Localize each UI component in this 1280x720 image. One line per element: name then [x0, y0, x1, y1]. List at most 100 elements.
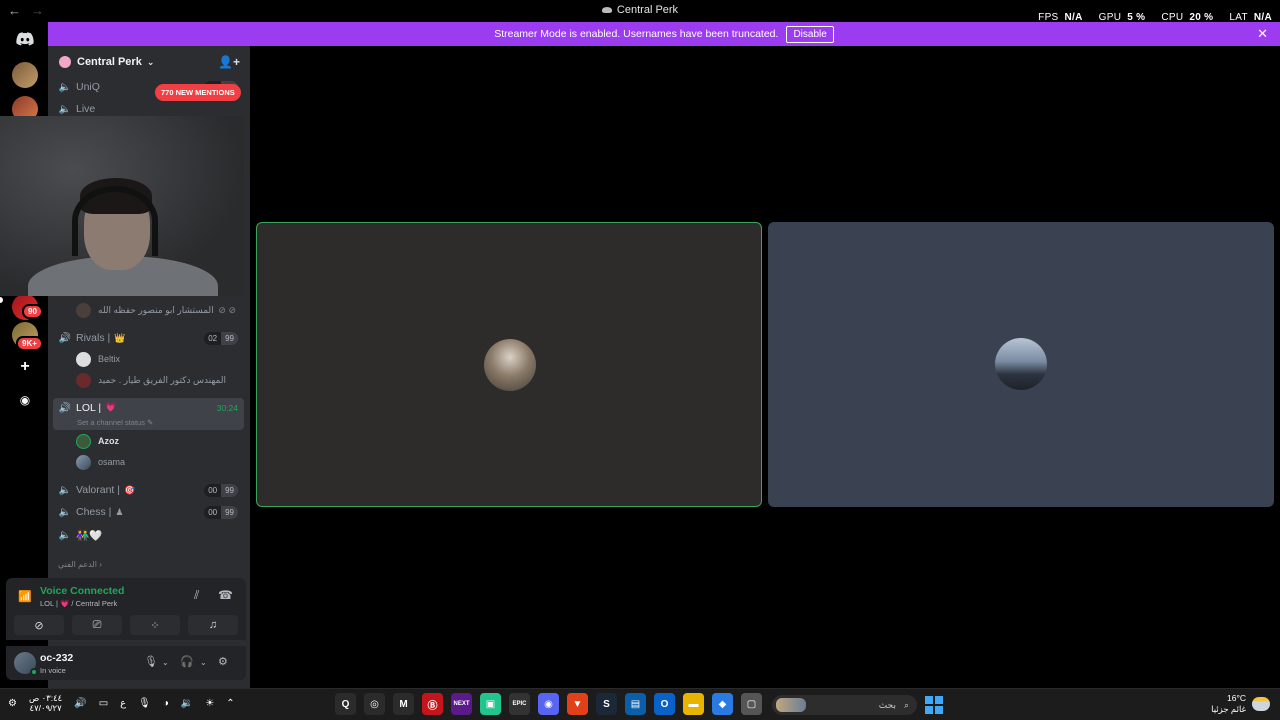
- voice-member[interactable]: المستشار ابو منصور حفظه الله ⊘ ⊘: [76, 300, 244, 320]
- taskbar-app-icon[interactable]: Ⓑ: [422, 693, 443, 715]
- soundboard-icon[interactable]: ♫: [188, 615, 238, 635]
- camera-off-icon[interactable]: ⊘: [14, 615, 64, 635]
- server-icon: [59, 56, 71, 68]
- taskbar-app-icon[interactable]: ◆: [712, 693, 733, 715]
- taskbar-app-icon[interactable]: EPIC: [509, 693, 530, 715]
- server-icon: [601, 7, 612, 14]
- volume-icon[interactable]: 🔊: [74, 698, 86, 709]
- gpu-readout: GPU 5 %: [1098, 12, 1146, 23]
- headset-icon: [72, 186, 158, 256]
- streamer-mode-banner: Streamer Mode is enabled. Usernames have…: [48, 22, 1280, 46]
- avatar: [76, 433, 91, 449]
- speaker-icon: 🔊: [58, 332, 72, 344]
- mention-badge: 90: [22, 304, 43, 319]
- start-button[interactable]: [925, 696, 943, 714]
- taskbar-app-icon[interactable]: ▣: [480, 693, 501, 715]
- headphones-icon[interactable]: 🎧: [180, 655, 194, 668]
- channel-status[interactable]: Set a channel status ✎: [77, 418, 153, 427]
- taskbar-app-icon[interactable]: ◎: [364, 693, 385, 715]
- chevron-down-icon[interactable]: ⌄: [162, 658, 169, 667]
- taskbar-app-icon[interactable]: Q: [335, 693, 356, 715]
- screen-share-icon[interactable]: ⎚: [72, 615, 122, 635]
- voice-channel-valorant[interactable]: 🔈 Valorant | 🎯 00 99: [53, 479, 244, 501]
- voice-status[interactable]: Voice Connected: [40, 585, 124, 597]
- close-icon[interactable]: ✕: [1257, 26, 1268, 42]
- cpu-readout: CPU 20 %: [1161, 12, 1214, 23]
- category-support[interactable]: الدعم الفني ›: [58, 560, 102, 569]
- disable-streamer-button[interactable]: Disable: [786, 25, 834, 43]
- server-icon-1[interactable]: [12, 62, 38, 88]
- taskbar-app-icon[interactable]: O: [654, 693, 675, 715]
- taskbar-app-icon[interactable]: ▼: [567, 693, 588, 715]
- fps-readout: FPS N/A: [1038, 12, 1083, 23]
- taskbar-app-icon[interactable]: ▤: [625, 693, 646, 715]
- activities-icon[interactable]: ⁘: [130, 615, 180, 635]
- explore-icon[interactable]: ◉: [14, 389, 36, 411]
- user-count: 00 99: [204, 505, 238, 519]
- clock[interactable]: ٠٣:٤٤ ص ٤٧/٠٩/٢٧: [29, 693, 62, 713]
- voice-member[interactable]: Azoz: [76, 431, 244, 451]
- speaker-icon[interactable]: 🔉: [181, 698, 193, 709]
- call-timer: 30:24: [216, 403, 238, 413]
- voice-member[interactable]: Beltix: [76, 349, 244, 369]
- invite-people-icon[interactable]: 👤+: [218, 55, 240, 69]
- banner-text: Streamer Mode is enabled. Usernames have…: [494, 28, 779, 40]
- language-indicator[interactable]: ع: [120, 698, 126, 709]
- new-mentions-pill[interactable]: 770 NEW MENTIONS: [155, 84, 241, 101]
- signal-icon[interactable]: 📶: [18, 590, 32, 603]
- speaker-icon: 🔊: [58, 402, 72, 414]
- mention-badge: 9K+: [16, 336, 43, 351]
- chevron-down-icon: ⌄: [146, 56, 155, 67]
- lat-readout: LAT N/A: [1229, 12, 1272, 23]
- chevron-down-icon[interactable]: ⌄: [200, 658, 207, 667]
- microphone-icon[interactable]: 🎙: [144, 655, 158, 668]
- server-header[interactable]: Central Perk ⌄ 👤+: [48, 46, 250, 78]
- username[interactable]: oc-232: [40, 652, 73, 664]
- search-box[interactable]: بحث ⌕: [772, 695, 917, 715]
- weather-widget[interactable]: 16°C غائم جزئيا: [1211, 693, 1270, 715]
- network-icon[interactable]: ▭: [99, 698, 108, 709]
- voice-tile-speaking[interactable]: [256, 222, 762, 507]
- webcam-overlay: [0, 116, 244, 296]
- voice-member[interactable]: المهندس دكتور الفريق طيار . حميد: [76, 370, 244, 390]
- noise-suppression-icon[interactable]: ⫽: [194, 588, 199, 603]
- taskbar-app-icon[interactable]: NEXT: [451, 693, 472, 715]
- taskbar-app-icon[interactable]: S: [596, 693, 617, 715]
- voice-channel-path[interactable]: LOL | 💗 / Central Perk: [40, 599, 117, 608]
- search-highlight-thumb: [776, 698, 806, 712]
- participant-avatar: [995, 338, 1047, 390]
- voice-member[interactable]: osama: [76, 452, 244, 472]
- settings-icon[interactable]: ⚙: [8, 698, 17, 709]
- performance-overlay: FPS N/A GPU 5 % CPU 20 % LAT N/A: [1038, 12, 1272, 23]
- voice-channel-hearts[interactable]: 🔈 👫🤍: [53, 524, 244, 546]
- voice-tile[interactable]: [768, 222, 1274, 507]
- user-status: In voice: [40, 666, 66, 675]
- gear-icon[interactable]: ⚙: [218, 655, 228, 668]
- speaker-icon: 🔈: [58, 103, 72, 115]
- avatar: [76, 302, 91, 318]
- disconnect-icon[interactable]: ☎: [218, 588, 233, 602]
- discord-home-icon[interactable]: [12, 26, 38, 52]
- avatar: [76, 454, 91, 470]
- taskbar-app-icon[interactable]: ▢: [741, 693, 762, 715]
- weather-icon: [1252, 697, 1270, 711]
- chevron-up-icon[interactable]: ⌃: [226, 698, 234, 709]
- add-server-icon[interactable]: +: [14, 356, 36, 378]
- user-panel: oc-232 In voice 🎙 ⌄ 🎧 ⌄ ⚙: [6, 646, 246, 680]
- voice-channel-chess[interactable]: 🔈 Chess | ♟ 00 99: [53, 501, 244, 523]
- pinned-apps: Q ◎ M Ⓑ NEXT ▣ EPIC ◉ ▼ S ▤ O ▬ ◆ ▢: [335, 693, 762, 715]
- voice-connected-panel: 📶 Voice Connected LOL | 💗 / Central Perk…: [6, 578, 246, 640]
- speaker-icon: 🔈: [58, 81, 72, 93]
- taskbar-app-icon[interactable]: ▬: [683, 693, 704, 715]
- unread-pill: [0, 297, 3, 303]
- participant-avatar: [484, 339, 536, 391]
- system-tray: ⚙ ٠٣:٤٤ ص ٤٧/٠٩/٢٧ 🔊 ▭ ع 🎙 ◑ 🔉 ☀ ⌃: [8, 693, 235, 713]
- brightness-icon[interactable]: ☀: [205, 698, 214, 709]
- taskbar-app-icon[interactable]: M: [393, 693, 414, 715]
- tray-app-icon[interactable]: ◑: [163, 698, 169, 709]
- speaker-icon: 🔈: [58, 484, 72, 496]
- taskbar-app-icon[interactable]: ◉: [538, 693, 559, 715]
- voice-channel-rivals[interactable]: 🔊 Rivals | 👑 02 99: [53, 327, 244, 349]
- muted-deafened-icon: ⊘ ⊘: [218, 304, 236, 315]
- microphone-icon[interactable]: 🎙: [138, 698, 151, 709]
